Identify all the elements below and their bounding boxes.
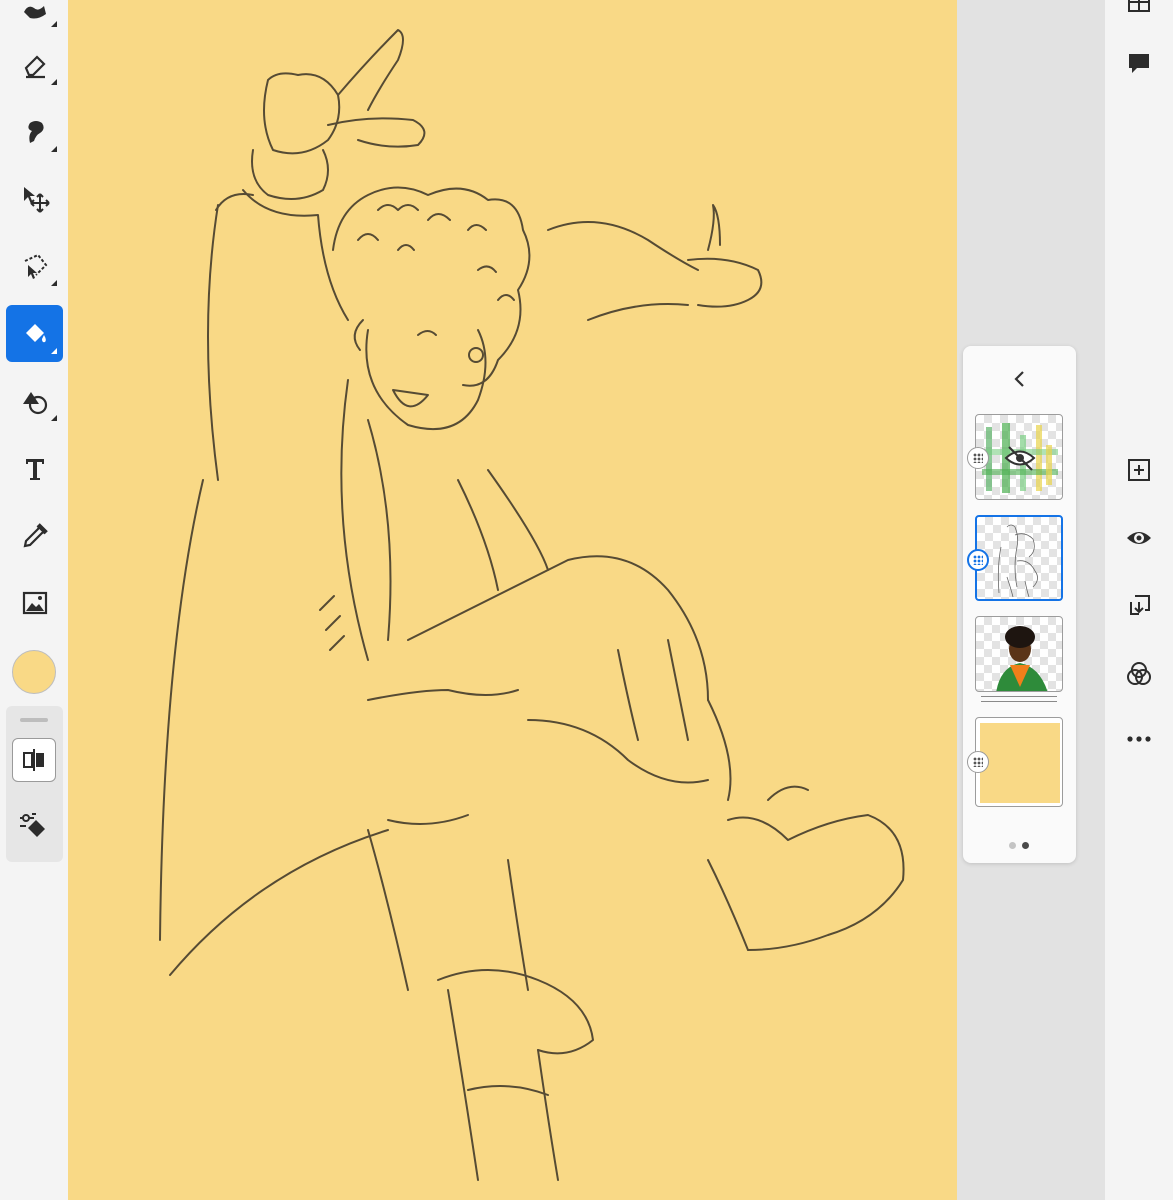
page-dot[interactable]	[1009, 842, 1016, 849]
layer-thumbnail	[980, 723, 1060, 803]
tool-options-group	[6, 706, 63, 862]
comments-button[interactable]	[1122, 46, 1156, 80]
layer-thumbnail	[997, 524, 1038, 598]
drag-dots-icon	[973, 757, 983, 767]
collapse-panel-button[interactable]	[1007, 366, 1033, 392]
transform-tool[interactable]	[6, 170, 63, 227]
fill-settings-icon	[20, 813, 45, 837]
brush-icon	[23, 5, 46, 18]
merge-down-icon	[1130, 595, 1150, 615]
layer-thumbnail	[982, 423, 1058, 493]
smudge-icon	[27, 120, 44, 143]
visibility-icon	[1127, 532, 1151, 544]
layer-drag-handle[interactable]	[967, 447, 989, 469]
grid-icon	[1128, 0, 1150, 12]
layer-drag-handle[interactable]	[967, 751, 989, 773]
paint-bucket-icon	[25, 323, 46, 342]
shapes-tool[interactable]	[6, 372, 63, 429]
layers-panel	[963, 346, 1076, 863]
page-dot-active[interactable]	[1022, 842, 1029, 849]
grid-button[interactable]	[1122, 0, 1156, 20]
right-toolbar	[1105, 0, 1173, 1200]
shapes-icon	[22, 391, 47, 414]
more-icon	[1127, 736, 1151, 742]
grip-handle[interactable]	[20, 718, 48, 722]
layer-pager	[1009, 842, 1029, 849]
merge-down-button[interactable]	[1122, 589, 1156, 623]
move-icon	[23, 186, 50, 213]
drag-dots-icon	[973, 453, 983, 463]
brush-tool[interactable]	[6, 0, 63, 35]
layer-group-separator	[981, 696, 1057, 702]
eyedropper-tool[interactable]	[6, 507, 63, 564]
add-layer-icon	[1128, 459, 1150, 481]
left-toolbar	[0, 0, 68, 1200]
layer-character-color[interactable]	[975, 616, 1063, 692]
lasso-tool[interactable]	[6, 237, 63, 294]
image-tool[interactable]	[6, 574, 63, 631]
drawing-canvas[interactable]	[68, 0, 957, 1200]
smudge-tool[interactable]	[6, 103, 63, 160]
add-layer-button[interactable]	[1122, 453, 1156, 487]
drag-dots-icon	[973, 555, 983, 565]
comment-icon	[1129, 54, 1149, 73]
image-icon	[22, 591, 47, 614]
eraser-tool[interactable]	[6, 36, 63, 93]
blend-icon	[1127, 662, 1151, 685]
eraser-icon	[24, 54, 46, 78]
fill-options-button[interactable]	[14, 806, 54, 846]
blend-mode-button[interactable]	[1122, 657, 1156, 691]
current-color-swatch[interactable]	[12, 650, 56, 694]
more-options-button[interactable]	[1122, 722, 1156, 756]
layer-visibility-button[interactable]	[1122, 521, 1156, 555]
fill-tool[interactable]	[6, 305, 63, 362]
mirror-icon	[23, 749, 44, 771]
chevron-left-icon	[1014, 371, 1024, 387]
pencil-sketch	[159, 29, 905, 1181]
layer-thumbnail	[996, 626, 1048, 691]
mirror-toggle-button[interactable]	[12, 738, 56, 782]
text-tool[interactable]	[6, 440, 63, 497]
text-icon	[25, 458, 44, 480]
lasso-icon	[24, 253, 47, 279]
eyedropper-icon	[23, 522, 48, 547]
layer-drag-handle-selected[interactable]	[967, 549, 989, 571]
